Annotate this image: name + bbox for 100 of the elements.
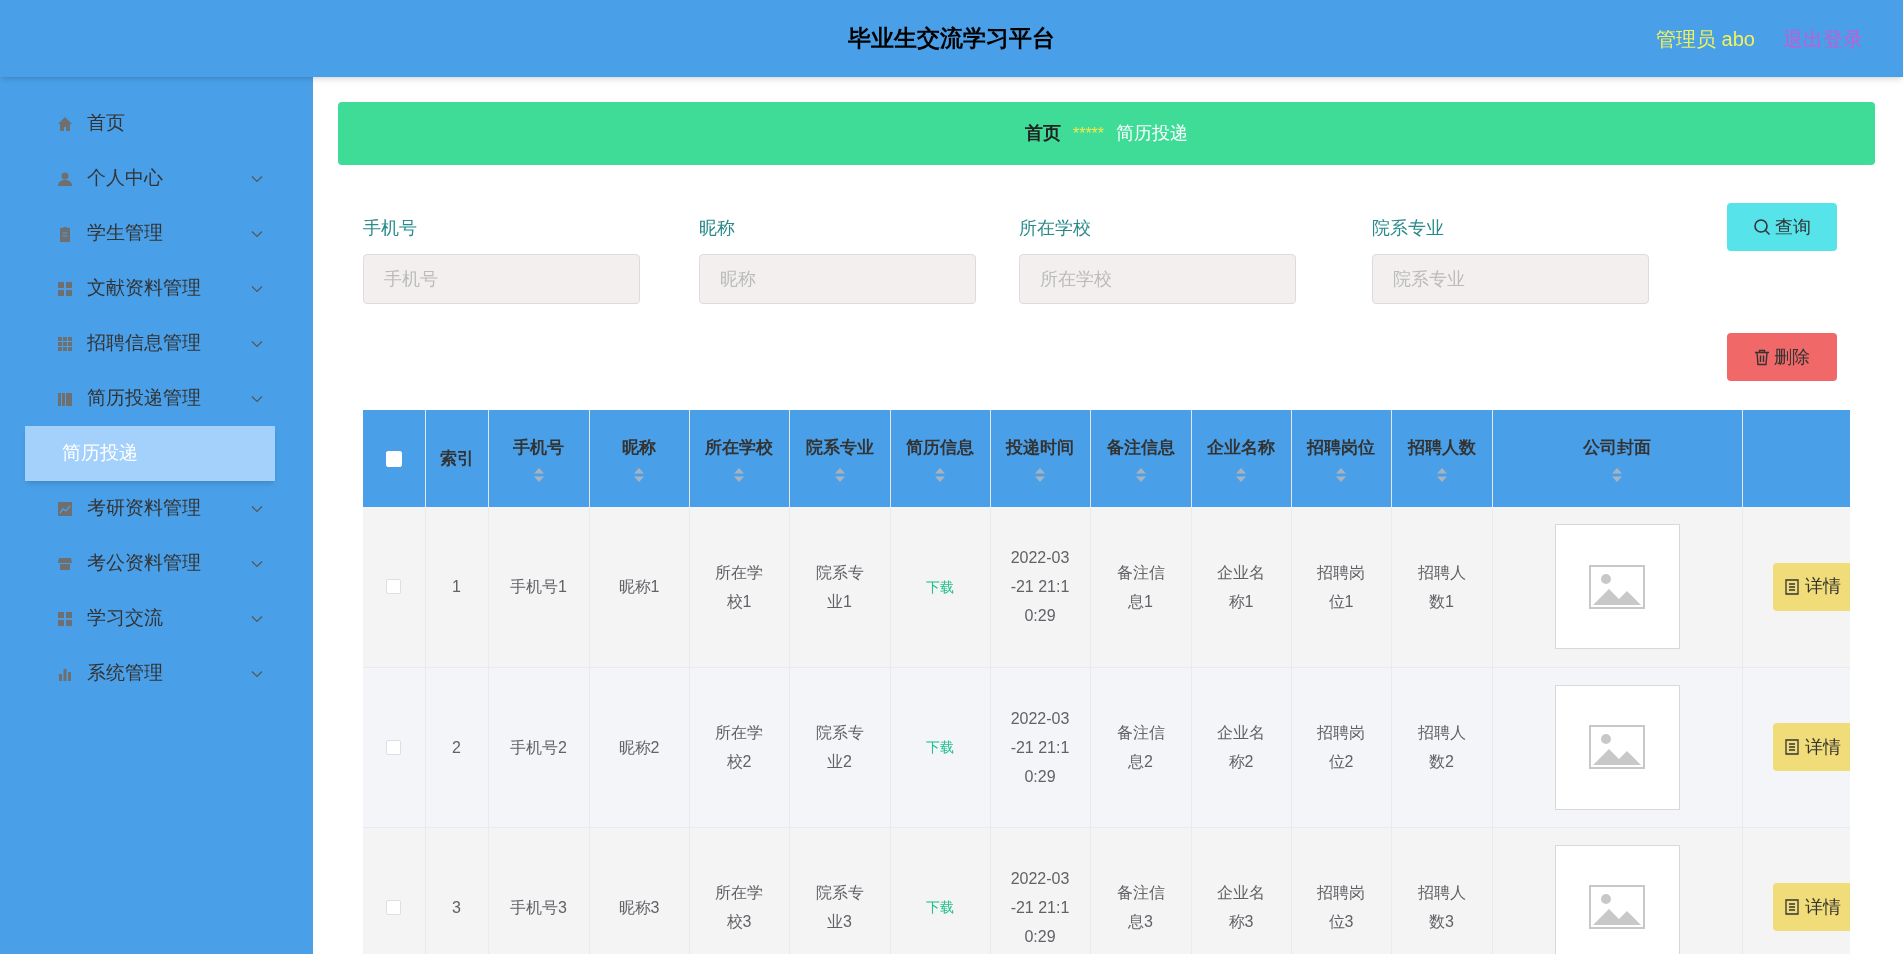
table-header-cell[interactable]: 企业名称 bbox=[1191, 410, 1291, 507]
table-cell-text: 企业名称2 bbox=[1216, 723, 1266, 772]
details-button[interactable]: 详情 bbox=[1772, 723, 1850, 771]
field-label: 昵称 bbox=[699, 217, 736, 240]
home-icon bbox=[57, 115, 73, 132]
table-header-cell[interactable]: 院系专业 bbox=[789, 410, 890, 507]
table-header-cell[interactable]: 昵称 bbox=[589, 410, 689, 507]
chart-icon bbox=[57, 500, 73, 517]
table-cell-text: 所在学校1 bbox=[714, 562, 764, 612]
sort-icon[interactable] bbox=[1035, 468, 1045, 483]
chevron-down-icon bbox=[251, 394, 263, 403]
sort-icon[interactable] bbox=[935, 468, 945, 483]
column-header: 备注信息 bbox=[1106, 436, 1175, 459]
sort-icon[interactable] bbox=[834, 468, 845, 483]
details-button[interactable]: 详情 bbox=[1772, 883, 1850, 931]
sidebar-item[interactable]: 学习交流 bbox=[0, 591, 313, 646]
sidebar-item[interactable]: 学生管理 bbox=[0, 206, 313, 261]
chevron-down-icon bbox=[251, 669, 263, 678]
input-field[interactable]: 所在学校 bbox=[1019, 254, 1296, 304]
checkbox[interactable] bbox=[386, 899, 402, 915]
chevron-down-icon bbox=[251, 284, 263, 293]
input-field[interactable]: 院系专业 bbox=[1372, 254, 1649, 304]
checkbox[interactable] bbox=[386, 579, 402, 595]
table-cell-text: 院系专业3 bbox=[814, 883, 865, 932]
table-cell-text: 手机号2 bbox=[509, 737, 568, 758]
table-cell-text: 招聘岗位1 bbox=[1316, 562, 1366, 612]
field-label: 所在学校 bbox=[1019, 217, 1092, 240]
breadcrumb-current: 简历投递 bbox=[1116, 122, 1189, 145]
table-cell-text: 企业名称3 bbox=[1216, 883, 1266, 932]
sort-icon[interactable] bbox=[1135, 468, 1146, 483]
table-header-cell[interactable]: 所在学校 bbox=[689, 410, 789, 507]
table-cell-text: 2022-03-21 21:10:29 bbox=[1009, 708, 1071, 787]
column-header: 昵称 bbox=[622, 436, 656, 459]
table-cell-text: 备注信息1 bbox=[1115, 562, 1166, 612]
table-cell-text: 招聘人数1 bbox=[1416, 562, 1467, 612]
books-icon bbox=[57, 390, 73, 407]
sidebar-item[interactable]: 招聘信息管理 bbox=[0, 316, 313, 371]
sidebar-item[interactable]: 简历投递管理 bbox=[0, 371, 313, 426]
sort-icon[interactable] bbox=[1336, 468, 1346, 483]
details-button[interactable]: 详情 bbox=[1772, 562, 1850, 611]
table-cell-text: 2022-03-21 21:10:29 bbox=[1009, 868, 1071, 947]
breadcrumb-separator: ***** bbox=[1072, 123, 1105, 144]
table-cell-text: 1 bbox=[451, 577, 462, 598]
column-header: 投递时间 bbox=[1006, 436, 1074, 459]
chevron-down-icon bbox=[251, 339, 263, 348]
breadcrumb-link[interactable]: 首页 bbox=[1024, 120, 1061, 147]
sort-icon[interactable] bbox=[1612, 468, 1622, 483]
table-header-cell[interactable]: 简历信息 bbox=[890, 410, 990, 507]
table-cell-text: 备注信息2 bbox=[1115, 723, 1166, 772]
grid-icon bbox=[57, 610, 73, 627]
table-cell-text: 招聘人数3 bbox=[1416, 883, 1467, 932]
checkbox[interactable] bbox=[386, 739, 402, 755]
sidebar-item[interactable]: 个人中心 bbox=[0, 151, 313, 206]
table-header-cell[interactable]: 投递时间 bbox=[990, 410, 1090, 507]
chevron-down-icon bbox=[251, 504, 263, 513]
column-header: 招聘岗位 bbox=[1307, 436, 1375, 459]
table-cell-text: 3 bbox=[451, 897, 462, 918]
sidebar-item[interactable]: 考公资料管理 bbox=[0, 536, 313, 591]
table-cell-text: 昵称2 bbox=[617, 737, 661, 758]
chevron-down-icon bbox=[251, 229, 263, 238]
input-field[interactable]: 手机号 bbox=[363, 254, 640, 304]
sidebar-item[interactable]: 文献资料管理 bbox=[0, 261, 313, 316]
column-header: 公司封面 bbox=[1583, 436, 1651, 459]
table-cell-text: 2022-03-21 21:10:29 bbox=[1009, 548, 1071, 627]
clipboard-icon bbox=[57, 225, 73, 242]
sidebar-item[interactable]: 系统管理 bbox=[0, 646, 313, 701]
table-cell-text: 招聘岗位3 bbox=[1316, 883, 1366, 932]
sort-icon[interactable] bbox=[734, 468, 744, 483]
column-header: 企业名称 bbox=[1207, 436, 1275, 459]
table-cell-text: 备注信息3 bbox=[1115, 883, 1166, 932]
column-header: 简历信息 bbox=[906, 436, 974, 459]
sort-icon[interactable] bbox=[1436, 468, 1447, 483]
table-header-cell[interactable]: 招聘人数 bbox=[1391, 410, 1492, 507]
chevron-down-icon bbox=[251, 614, 263, 623]
table-cell-text: 2 bbox=[451, 737, 462, 758]
table-cell-text: 手机号1 bbox=[509, 577, 568, 598]
sort-icon[interactable] bbox=[634, 468, 644, 483]
table-cell-text: 院系专业1 bbox=[814, 562, 865, 612]
table-header-cell[interactable]: 招聘岗位 bbox=[1291, 410, 1391, 507]
store-icon bbox=[57, 555, 73, 572]
table-cell-text: 昵称3 bbox=[617, 897, 661, 918]
sort-icon[interactable] bbox=[533, 468, 544, 483]
table-cell-text: 企业名称1 bbox=[1216, 562, 1266, 612]
table-header-cell[interactable]: 公司封面 bbox=[1492, 410, 1742, 507]
sidebar-item[interactable]: 考研资料管理 bbox=[0, 481, 313, 536]
table-cell-text: 所在学校3 bbox=[714, 883, 764, 932]
table-header-cell[interactable]: 备注信息 bbox=[1090, 410, 1191, 507]
grid-icon bbox=[57, 335, 73, 352]
column-header: 索引 bbox=[439, 447, 474, 470]
column-header: 院系专业 bbox=[805, 436, 874, 459]
sidebar-item[interactable]: 首页 bbox=[0, 96, 313, 151]
field-label: 手机号 bbox=[363, 217, 418, 240]
sort-icon[interactable] bbox=[1236, 468, 1246, 483]
user-name: 管理员 abo bbox=[1656, 26, 1755, 52]
delete-button[interactable]: 删除 bbox=[1727, 333, 1837, 381]
person-icon bbox=[57, 170, 73, 187]
search-button[interactable]: 查询 bbox=[1727, 203, 1837, 251]
table-header-cell[interactable]: 手机号 bbox=[488, 410, 589, 507]
table-cell-text: 所在学校2 bbox=[714, 723, 764, 772]
input-field[interactable]: 昵称 bbox=[699, 254, 976, 304]
